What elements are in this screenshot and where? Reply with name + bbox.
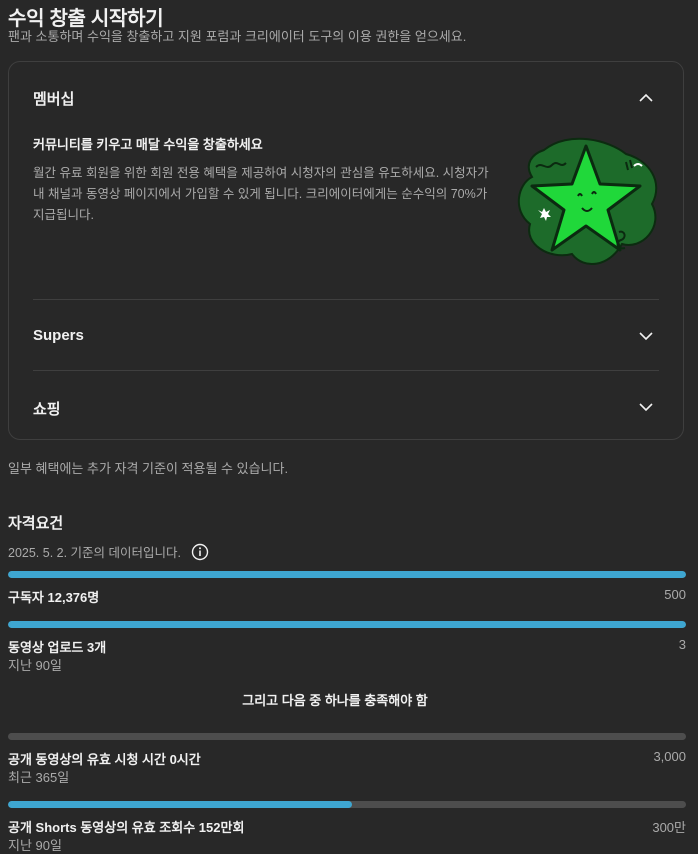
requirement-target: 3,000 — [653, 749, 686, 764]
chevron-up-icon[interactable] — [637, 89, 655, 107]
benefits-card: 멤버십 커뮤니티를 키우고 매달 수익을 창출하세요 월간 유료 회원을 위한 … — [8, 61, 684, 440]
shorts-views-progress-bar — [8, 801, 686, 808]
or-condition-text: 그리고 다음 중 하나를 충족해야 함 — [242, 693, 428, 708]
section-divider — [33, 299, 659, 300]
requirement-period: 지난 90일 — [8, 658, 62, 673]
membership-headline: 커뮤니티를 키우고 매달 수익을 창출하세요 — [33, 137, 263, 152]
progress-fill — [8, 801, 352, 808]
section-divider — [33, 370, 659, 371]
requirement-target: 500 — [664, 587, 686, 602]
progress-fill — [8, 571, 686, 578]
requirement-target: 300만 — [652, 820, 686, 835]
info-icon[interactable] — [191, 543, 209, 561]
requirement-label: 동영상 업로드 3개 — [8, 640, 107, 655]
supers-section-header[interactable]: Supers — [33, 327, 84, 344]
requirement-label: 공개 동영상의 유효 시청 시간 0시간 — [8, 752, 201, 767]
chevron-down-icon[interactable] — [637, 327, 655, 345]
eligibility-date-row: 2025. 5. 2. 기준의 데이터입니다. — [8, 542, 209, 561]
requirement-label: 구독자 12,376명 — [8, 590, 100, 605]
watch-hours-progress-bar — [8, 733, 686, 740]
requirement-label: 공개 Shorts 동영상의 유효 조회수 152만회 — [8, 820, 245, 835]
green-star-illustration — [514, 132, 659, 272]
benefits-note: 일부 혜택에는 추가 자격 기준이 적용될 수 있습니다. — [8, 461, 289, 476]
requirement-target: 3 — [678, 637, 686, 652]
membership-section-header[interactable]: 멤버십 — [33, 88, 74, 109]
membership-description: 월간 유료 회원을 위한 회원 전용 혜택을 제공하여 시청자의 관심을 유도하… — [33, 166, 489, 222]
chevron-down-icon[interactable] — [637, 398, 655, 416]
uploads-progress-bar — [8, 621, 686, 628]
page-subtitle: 팬과 소통하며 수익을 창출하고 지원 포럼과 크리에이터 도구의 이용 권한을… — [8, 29, 467, 44]
data-date-note: 2025. 5. 2. 기준의 데이터입니다. — [8, 546, 181, 560]
eligibility-title: 자격요건 — [8, 515, 64, 532]
requirement-period: 최근 365일 — [8, 770, 70, 785]
shopping-section-header[interactable]: 쇼핑 — [33, 398, 61, 419]
progress-fill — [8, 621, 686, 628]
subscriber-progress-bar — [8, 571, 686, 578]
